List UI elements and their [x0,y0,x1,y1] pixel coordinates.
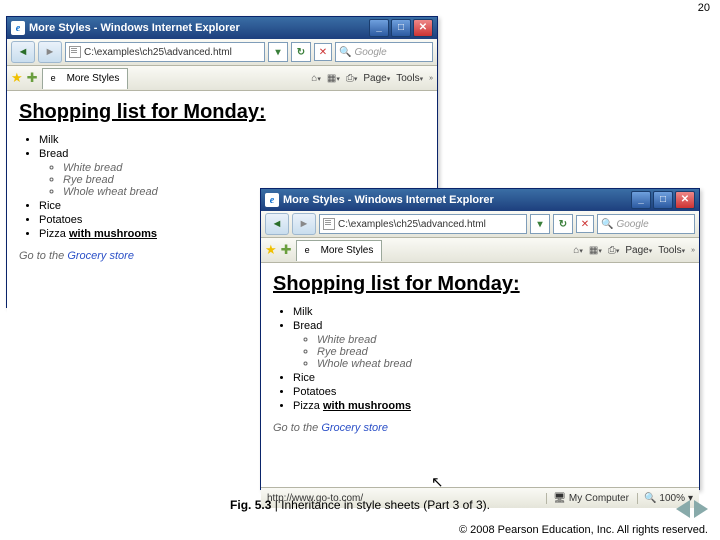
list-item: Rye bread [63,174,425,186]
close-button[interactable]: ✕ [675,191,695,209]
home-icon[interactable]: ⌂▾ [573,245,583,256]
print-icon[interactable]: ⎙▾ [346,73,358,84]
copyright: © 2008 Pearson Education, Inc. All right… [459,524,708,536]
list-item: Potatoes [293,386,687,398]
browser-tab[interactable]: eMore Styles [42,68,129,89]
list-item: Whole wheat bread [317,358,687,370]
window-title: More Styles - Windows Internet Explorer [283,194,631,206]
favorites-icon[interactable]: ★ [11,70,23,86]
search-icon: 🔍 [601,219,613,230]
tools-menu[interactable]: Tools▾ [396,73,423,84]
back-button[interactable]: ◄ [11,41,35,63]
refresh-button[interactable]: ↻ [553,214,573,234]
maximize-button[interactable]: □ [391,19,411,37]
ie-icon: e [265,193,279,207]
search-box[interactable]: 🔍Google [597,214,695,234]
print-icon[interactable]: ⎙▾ [608,245,620,256]
list-item: White bread [63,162,425,174]
title-bar[interactable]: e More Styles - Windows Internet Explore… [7,17,437,39]
bread-sublist: White bread Rye bread Whole wheat bread [293,334,687,370]
tools-menu[interactable]: Tools▾ [658,245,685,256]
window-title: More Styles - Windows Internet Explorer [29,22,369,34]
go-button[interactable]: ▾ [268,42,288,62]
page-number: 20 [698,2,710,14]
grocery-link[interactable]: Grocery store [67,250,134,262]
page-menu[interactable]: Page▾ [363,73,390,84]
chevron-icon[interactable]: » [429,75,433,82]
browser-tab[interactable]: eMore Styles [296,240,383,261]
list-item: Bread White bread Rye bread Whole wheat … [293,320,687,370]
home-icon[interactable]: ⌂▾ [311,73,321,84]
address-bar[interactable]: C:\examples\ch25\advanced.html [65,42,265,62]
next-slide-button[interactable] [694,500,708,518]
title-bar[interactable]: e More Styles - Windows Internet Explore… [261,189,699,211]
tab-toolbar: ★ ✚ eMore Styles ⌂▾ ▦▾ ⎙▾ Page▾ Tools▾ » [261,238,699,263]
ie-icon: e [51,73,63,85]
list-item: Rice [293,372,687,384]
figure-caption: Fig. 5.3 | Inheritance in style sheets (… [0,498,720,512]
ie-icon: e [305,245,317,257]
list-item: Rye bread [317,346,687,358]
shopping-list: Milk Bread White bread Rye bread Whole w… [273,306,687,412]
close-button[interactable]: ✕ [413,19,433,37]
list-item: Milk [293,306,687,318]
minimize-button[interactable]: _ [631,191,651,209]
chevron-icon[interactable]: » [691,247,695,254]
forward-button[interactable]: ► [38,41,62,63]
feeds-icon[interactable]: ▦▾ [327,73,340,84]
page-menu[interactable]: Page▾ [625,245,652,256]
grocery-link[interactable]: Grocery store [321,422,388,434]
stop-button[interactable]: ✕ [576,215,594,233]
list-item: White bread [317,334,687,346]
feeds-icon[interactable]: ▦▾ [589,245,602,256]
add-favorites-icon[interactable]: ✚ [27,70,38,86]
page-content: Shopping list for Monday: Milk Bread Whi… [261,263,699,487]
nav-toolbar: ◄ ► C:\examples\ch25\advanced.html ▾ ↻ ✕… [7,39,437,66]
page-heading: Shopping list for Monday: [19,101,425,124]
page-icon [69,46,81,58]
add-favorites-icon[interactable]: ✚ [281,242,292,258]
browser-window-b: e More Styles - Windows Internet Explore… [260,188,700,490]
nav-toolbar: ◄ ► C:\examples\ch25\advanced.html ▾ ↻ ✕… [261,211,699,238]
minimize-button[interactable]: _ [369,19,389,37]
prev-slide-button[interactable] [676,500,690,518]
list-item: Pizza with mushrooms [293,400,687,412]
goto-line: Go to the Grocery store [273,422,687,434]
ie-icon: e [11,21,25,35]
forward-button[interactable]: ► [292,213,316,235]
favorites-icon[interactable]: ★ [265,242,277,258]
stop-button[interactable]: ✕ [314,43,332,61]
refresh-button[interactable]: ↻ [291,42,311,62]
list-item: Milk [39,134,425,146]
slide-nav [676,500,708,518]
maximize-button[interactable]: □ [653,191,673,209]
page-icon [323,218,335,230]
go-button[interactable]: ▾ [530,214,550,234]
search-box[interactable]: 🔍Google [335,42,433,62]
back-button[interactable]: ◄ [265,213,289,235]
page-heading: Shopping list for Monday: [273,273,687,296]
search-icon: 🔍 [339,47,351,58]
cursor-icon: ↖ [431,473,444,487]
tab-toolbar: ★ ✚ eMore Styles ⌂▾ ▦▾ ⎙▾ Page▾ Tools▾ » [7,66,437,91]
address-bar[interactable]: C:\examples\ch25\advanced.html [319,214,527,234]
